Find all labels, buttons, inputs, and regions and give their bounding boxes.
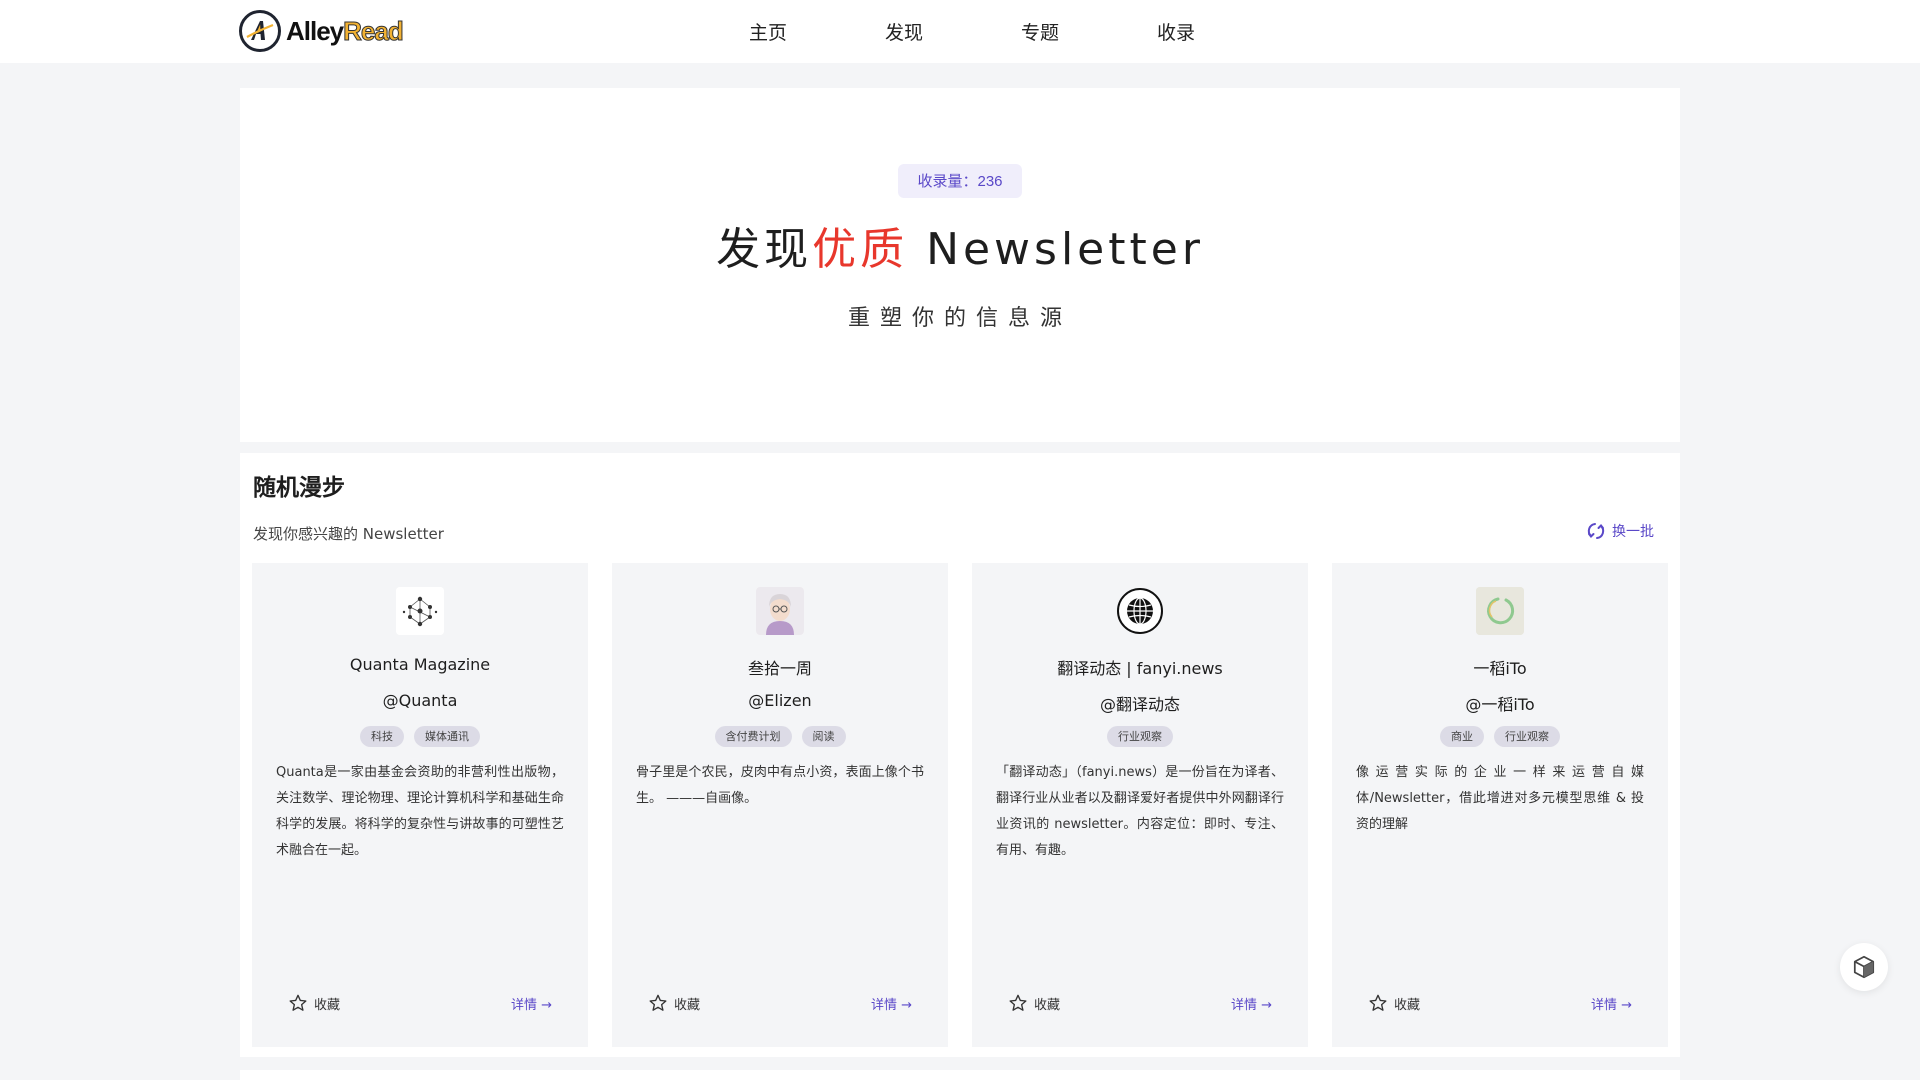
refresh-icon — [1587, 523, 1605, 539]
card-footer: 收藏 详情 → — [1008, 993, 1272, 1013]
newsletter-description: Quanta是一家由基金会资助的非营利性出版物，关注数学、理论物理、理论计算机科… — [276, 765, 564, 858]
logo-text-read: Read — [343, 15, 405, 46]
newsletter-description: 「翻译动态」（fanyi.news）是一份旨在为译者、翻译行业从业者以及翻译爱好… — [996, 765, 1284, 858]
favorite-button[interactable]: 收藏 — [1368, 993, 1420, 1013]
logo[interactable]: Alley Read — [239, 10, 405, 52]
tag[interactable]: 商业 — [1440, 726, 1484, 747]
star-icon — [649, 994, 667, 1011]
logo-text-alley: Alley — [286, 15, 344, 46]
tag[interactable]: 行业观察 — [1107, 726, 1173, 747]
newsletter-handle: @翻译动态 — [1099, 695, 1180, 714]
favorite-label: 收藏 — [674, 997, 701, 1013]
nav-topics[interactable]: 专题 — [972, 18, 1108, 45]
newsletter-handle: @Quanta — [382, 691, 458, 710]
nav-home[interactable]: 主页 — [700, 18, 836, 45]
tag-list: 商业 行业观察 — [1332, 726, 1668, 747]
portrait-icon — [756, 587, 804, 635]
hero-title-post: Newsletter — [908, 224, 1204, 275]
logo-mark-icon — [239, 10, 281, 52]
newsletter-description: 像运营实际的企业一样来运营自媒体/Newsletter，借此增进对多元模型思维 … — [1356, 765, 1644, 832]
main-nav: 主页 发现 专题 收录 — [700, 0, 1244, 63]
card-footer: 收藏 详情 → — [288, 993, 552, 1013]
favorite-label: 收藏 — [314, 997, 341, 1013]
newsletter-name: 翻译动态 | fanyi.news — [1057, 659, 1223, 678]
star-icon — [1369, 994, 1387, 1011]
tag[interactable]: 含付费计划 — [714, 726, 792, 747]
random-walk-section: 随机漫步 发现你感兴趣的 Newsletter 换一批 Quanta Magaz… — [240, 453, 1680, 1057]
section-subtitle: 发现你感兴趣的 Newsletter — [253, 525, 444, 543]
newsletter-name: Quanta Magazine — [349, 655, 491, 674]
nav-collection[interactable]: 收录 — [1108, 18, 1244, 45]
tag[interactable]: 媒体通讯 — [414, 726, 480, 747]
tag-list: 含付费计划 阅读 — [612, 726, 948, 747]
detail-link[interactable]: 详情 → — [1231, 994, 1272, 1013]
tag-list: 科技 媒体通讯 — [252, 726, 588, 747]
section-title: 随机漫步 — [253, 475, 345, 501]
newsletter-name: 一稻iTo — [1473, 659, 1527, 678]
newsletter-card[interactable]: 叁拾一周 @Elizen 含付费计划 阅读 骨子里是个农民，皮肉中有点小资，表面… — [612, 563, 948, 1047]
cube-icon — [1853, 955, 1875, 979]
newsletter-card-list: Quanta Magazine @Quanta 科技 媒体通讯 Quanta是一… — [252, 563, 1668, 1047]
star-icon — [289, 994, 307, 1011]
top-header: Alley Read 主页 发现 专题 收录 — [0, 0, 1920, 63]
count-label: 收录量： — [917, 172, 978, 190]
count-value: 236 — [977, 173, 1003, 190]
newsletter-handle: @Elizen — [748, 691, 812, 710]
nav-discover[interactable]: 发现 — [836, 18, 972, 45]
detail-link[interactable]: 详情 → — [511, 994, 552, 1013]
favorite-button[interactable]: 收藏 — [288, 993, 340, 1013]
newsletter-card[interactable]: 翻译动态 | fanyi.news @翻译动态 行业观察 「翻译动态」（fany… — [972, 563, 1308, 1047]
card-footer: 收藏 详情 → — [1368, 993, 1632, 1013]
floating-box-button[interactable] — [1840, 943, 1888, 991]
refresh-button[interactable]: 换一批 — [1586, 521, 1654, 541]
star-icon — [1009, 994, 1027, 1011]
tag[interactable]: 行业观察 — [1494, 726, 1560, 747]
newsletter-card[interactable]: Quanta Magazine @Quanta 科技 媒体通讯 Quanta是一… — [252, 563, 588, 1047]
detail-link[interactable]: 详情 → — [871, 994, 912, 1013]
hero-title: 发现优质 Newsletter — [240, 213, 1680, 277]
next-section-edge — [240, 1070, 1680, 1080]
hero-title-pre: 发现 — [716, 224, 813, 275]
tag[interactable]: 科技 — [360, 726, 404, 747]
favorite-label: 收藏 — [1394, 997, 1421, 1013]
favorite-label: 收藏 — [1034, 997, 1061, 1013]
molecule-network-icon — [396, 587, 444, 635]
tag[interactable]: 阅读 — [801, 726, 846, 747]
favorite-button[interactable]: 收藏 — [1008, 993, 1060, 1013]
refresh-label: 换一批 — [1612, 524, 1654, 540]
newsletter-card[interactable]: 一稻iTo @一稻iTo 商业 行业观察 像运营实际的企业一样来运营自媒体/Ne… — [1332, 563, 1668, 1047]
tag-list: 行业观察 — [972, 726, 1308, 747]
newsletter-handle: @一稻iTo — [1465, 695, 1535, 714]
hero-banner: 收录量：236 发现优质 Newsletter 重塑你的信息源 — [240, 88, 1680, 442]
hero-title-highlight: 优质 — [812, 224, 909, 275]
globe-icon — [1116, 587, 1164, 635]
newsletter-description: 骨子里是个农民，皮肉中有点小资，表面上像个书生。 ———自画像。 — [636, 765, 924, 806]
hero-subtitle: 重塑你的信息源 — [847, 306, 1072, 331]
collection-count-badge: 收录量：236 — [898, 164, 1022, 198]
wreath-icon — [1476, 587, 1524, 635]
card-footer: 收藏 详情 → — [648, 993, 912, 1013]
detail-link[interactable]: 详情 → — [1591, 994, 1632, 1013]
newsletter-name: 叁拾一周 — [747, 659, 812, 678]
favorite-button[interactable]: 收藏 — [648, 993, 700, 1013]
